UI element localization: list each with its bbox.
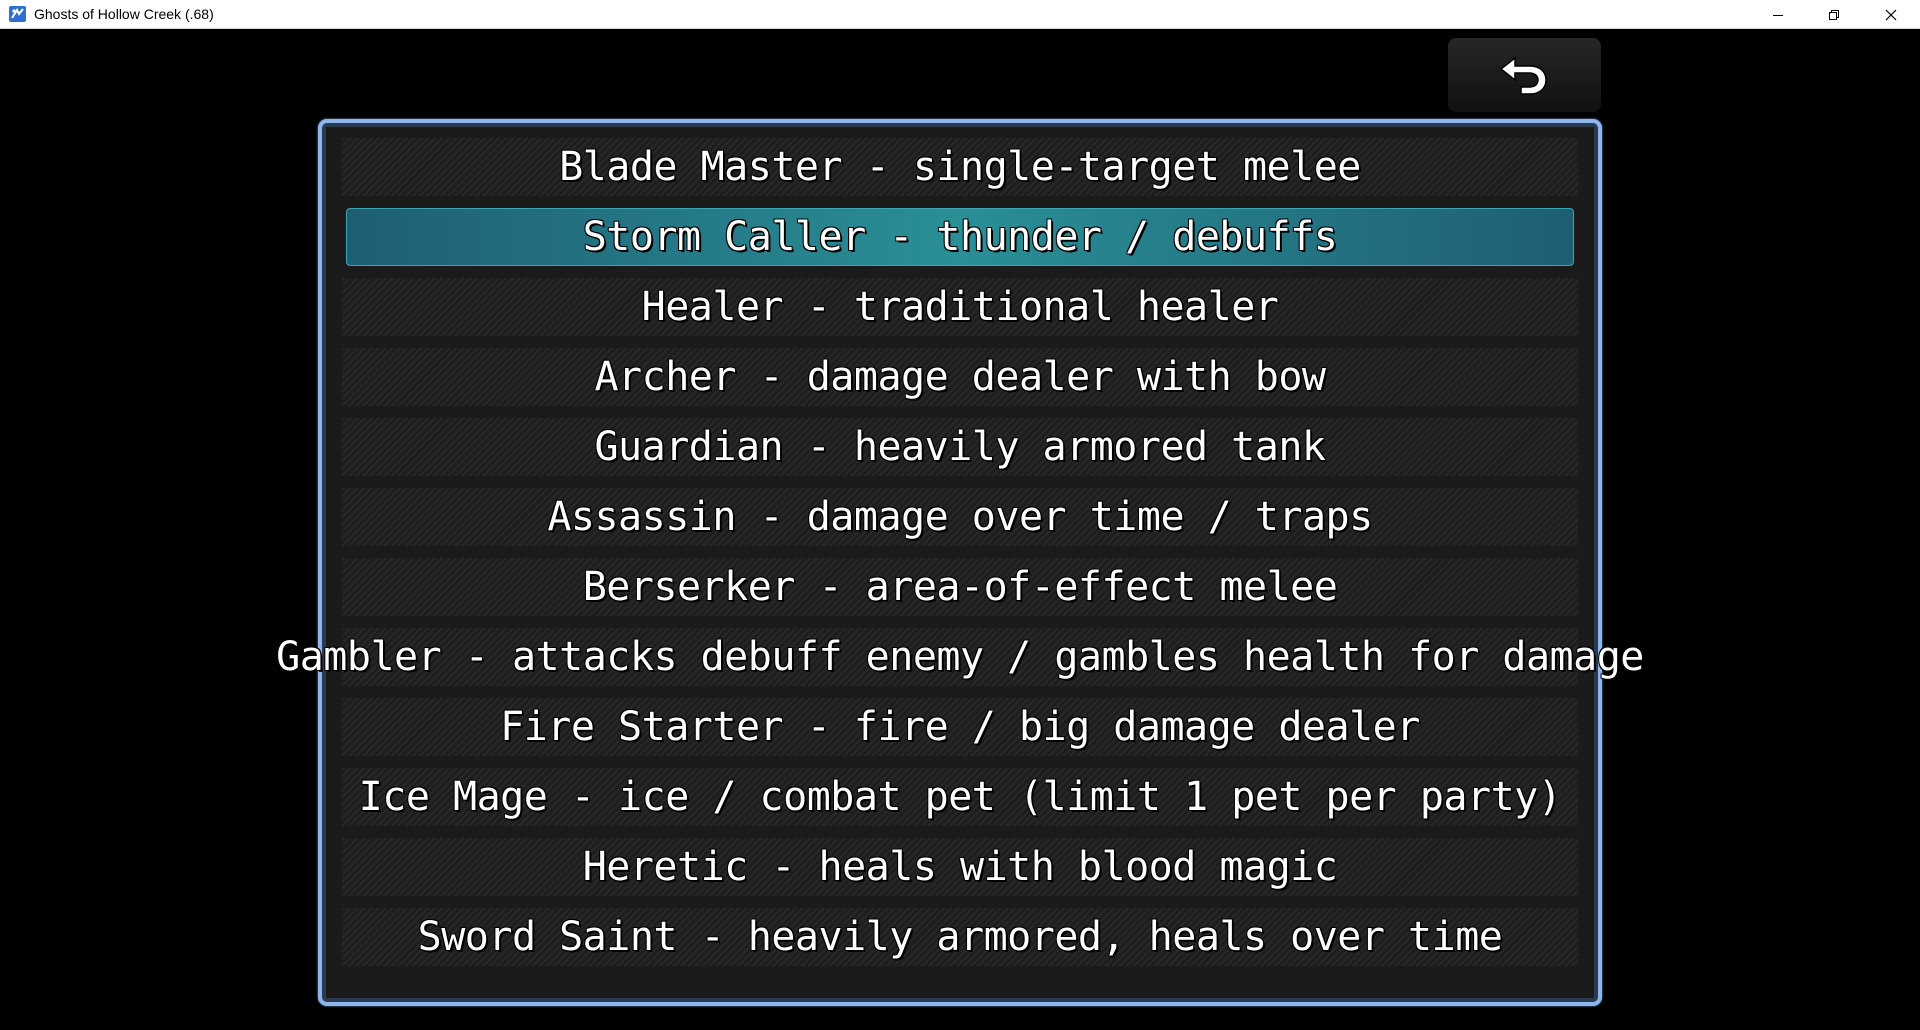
app-icon	[9, 6, 26, 22]
class-item-fire-starter[interactable]: Fire Starter - fire / big damage dealer	[342, 698, 1578, 756]
back-arrow-icon	[1499, 56, 1547, 95]
class-item-storm-caller[interactable]: Storm Caller - thunder / debuffs	[346, 208, 1574, 266]
class-item-label: Gambler - attacks debuff enemy / gambles…	[276, 634, 1644, 680]
class-item-label: Ice Mage - ice / combat pet (limit 1 pet…	[358, 774, 1562, 820]
class-item-label: Fire Starter - fire / big damage dealer	[500, 704, 1420, 750]
class-item-heretic[interactable]: Heretic - heals with blood magic	[342, 838, 1578, 896]
restore-button[interactable]	[1805, 0, 1862, 29]
class-list: Blade Master - single-target melee Storm…	[276, 138, 1644, 978]
window-title: Ghosts of Hollow Creek (.68)	[34, 6, 214, 22]
class-item-blade-master[interactable]: Blade Master - single-target melee	[342, 138, 1578, 196]
class-item-label: Blade Master - single-target melee	[559, 144, 1361, 190]
close-button[interactable]	[1862, 0, 1919, 29]
class-item-label: Heretic - heals with blood magic	[582, 844, 1338, 890]
class-item-label: Storm Caller - thunder / debuffs	[582, 214, 1338, 260]
restore-icon	[1828, 9, 1839, 20]
class-item-label: Guardian - heavily armored tank	[594, 424, 1326, 470]
class-item-archer[interactable]: Archer - damage dealer with bow	[342, 348, 1578, 406]
title-bar[interactable]: Ghosts of Hollow Creek (.68)	[0, 0, 1920, 29]
class-item-sword-saint[interactable]: Sword Saint - heavily armored, heals ove…	[342, 908, 1578, 966]
class-item-berserker[interactable]: Berserker - area-of-effect melee	[342, 558, 1578, 616]
game-window: Ghosts of Hollow Creek (.68) Blade Maste…	[0, 0, 1920, 1030]
class-item-healer[interactable]: Healer - traditional healer	[342, 278, 1578, 336]
class-item-label: Healer - traditional healer	[641, 284, 1279, 330]
class-item-gambler[interactable]: Gambler - attacks debuff enemy / gambles…	[276, 628, 1644, 686]
class-item-label: Assassin - damage over time / traps	[547, 494, 1373, 540]
minimize-icon	[1772, 14, 1783, 16]
class-item-assassin[interactable]: Assassin - damage over time / traps	[342, 488, 1578, 546]
class-item-label: Sword Saint - heavily armored, heals ove…	[417, 914, 1503, 960]
class-item-label: Archer - damage dealer with bow	[594, 354, 1326, 400]
class-item-label: Berserker - area-of-effect melee	[582, 564, 1338, 610]
class-item-ice-mage[interactable]: Ice Mage - ice / combat pet (limit 1 pet…	[342, 768, 1578, 826]
minimize-button[interactable]	[1749, 0, 1806, 29]
close-icon	[1885, 9, 1896, 20]
class-item-guardian[interactable]: Guardian - heavily armored tank	[342, 418, 1578, 476]
back-button[interactable]	[1448, 38, 1601, 112]
